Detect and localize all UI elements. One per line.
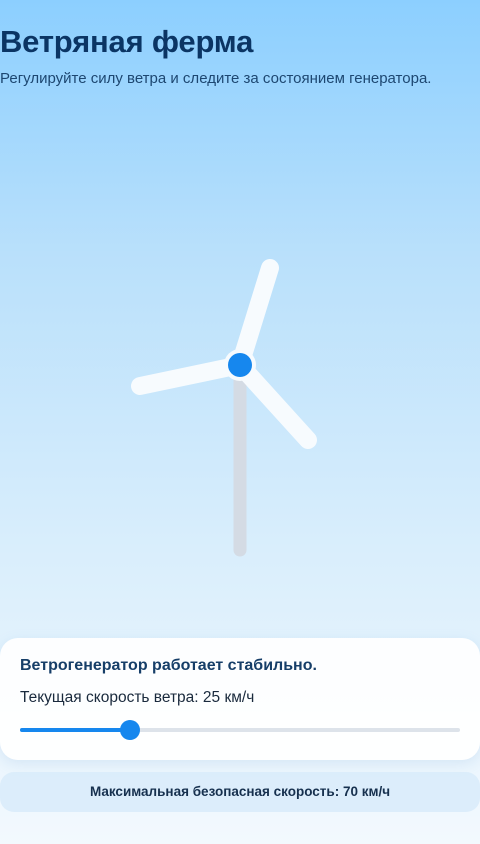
slider-thumb[interactable] — [120, 720, 140, 740]
max-safe-speed-text: Максимальная безопасная скорость: 70 км/… — [89, 784, 391, 799]
turbine-hub — [228, 353, 252, 377]
wind-speed-slider[interactable] — [20, 720, 460, 740]
safety-info-panel: Максимальная безопасная скорость: 70 км/… — [0, 772, 480, 812]
slider-fill — [20, 728, 130, 732]
status-message: Ветрогенератор работает стабильно. — [20, 657, 317, 674]
turbine-rotor — [131, 259, 317, 449]
status-panel: Ветрогенератор работает стабильно. Текущ… — [0, 638, 480, 760]
wind-speed-readout: Текущая скорость ветра: 25 км/ч — [20, 689, 255, 706]
